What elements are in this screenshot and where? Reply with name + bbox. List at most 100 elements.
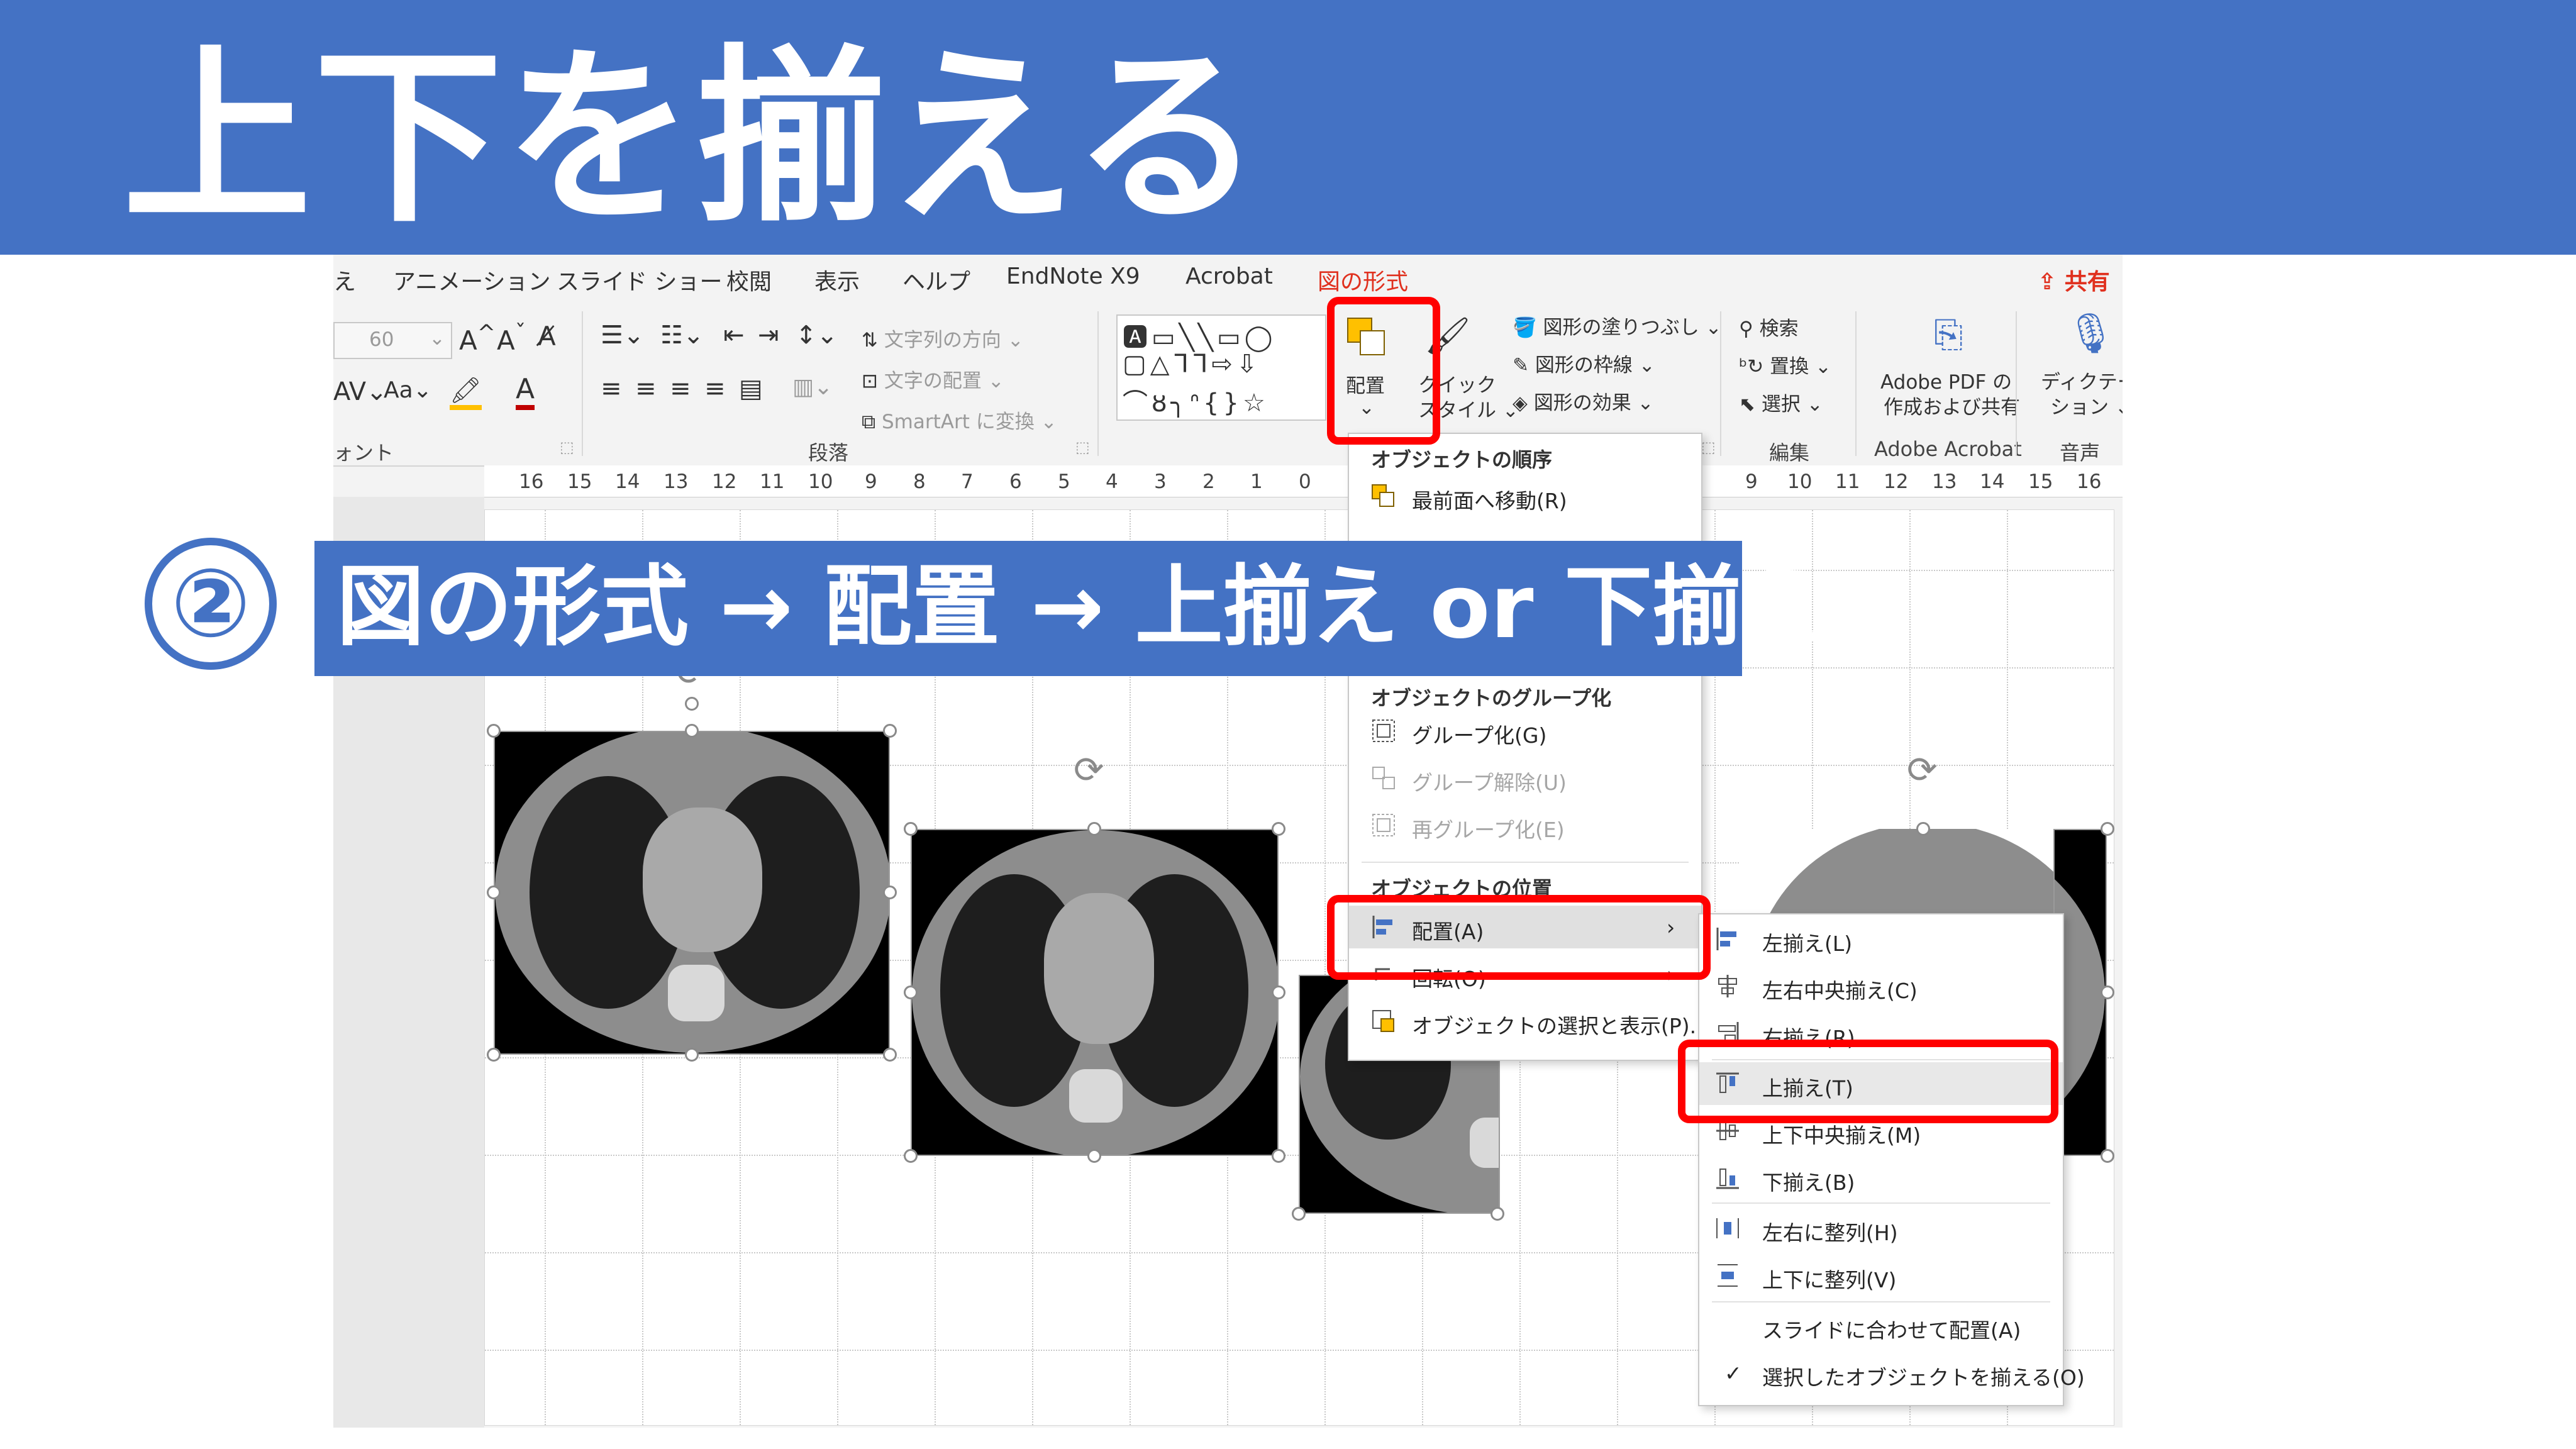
ruler-tick: 7 [961,470,974,493]
tab-slideshow[interactable]: スライド ショー [557,264,722,296]
ct-body [1752,829,2053,917]
ruler-tick: 12 [712,470,737,493]
ruler-tick: 14 [615,470,640,493]
shape-effects-label: 図形の効果 [1533,392,1631,414]
ct-image-1[interactable] [494,731,890,1055]
tab-view[interactable]: 表示 [814,264,860,296]
text-align-icon: ⊡ [862,370,878,392]
replace-label: 置換 [1770,355,1809,378]
ruler-tick: 9 [865,470,877,493]
adobe-pdf-label[interactable]: Adobe PDF の [1880,366,2012,394]
pdf-share-icon[interactable]: ⎘ [1934,313,1963,356]
shape-row-2-icon: ▢△ᒣᒣ⇨⇩ [1123,350,1262,379]
clear-format-icon[interactable]: A̸ [538,321,556,352]
selection-pane-label: オブジェクトの選択と表示(P)... [1412,1014,1710,1038]
align-bottom-item[interactable]: 下揃え(B) [1699,1157,2063,1199]
microphone-icon[interactable]: 🎙 [2066,310,2116,357]
selection-pane-icon [1371,1009,1396,1034]
grow-font-icon[interactable]: A^ [459,321,496,356]
ct-heart [643,808,762,952]
bring-to-front-item[interactable]: 最前面へ移動(R) [1349,475,1701,518]
horizontal-ruler: 16 15 14 13 12 11 10 9 8 7 6 5 4 3 2 1 0… [484,465,2123,497]
ruler-tick: 13 [1932,470,1957,493]
justify-icon[interactable]: ≡ [704,374,726,403]
change-case-icon[interactable]: Aa⌄ [384,377,432,403]
line-spacing-icon[interactable]: ↕⌄ [796,321,838,350]
align-center-label: 左右中央揃え(C) [1762,979,1918,1003]
tab-cut[interactable]: え [333,264,356,296]
search-button[interactable]: ⚲ 検索 [1739,313,1799,341]
group-label: グループ化(G) [1412,723,1547,748]
text-direction-button[interactable]: ⇅ 文字列の方向 ⌄ [862,324,1024,352]
font-size-box[interactable]: 60 ⌄ [333,322,452,359]
distribute-horizontal-label: 左右に整列(H) [1762,1221,1898,1245]
align-selected-item[interactable]: ✓ 選択したオブジェクトを揃える(O) [1699,1352,2085,1394]
select-button[interactable]: ⬉ 選択 ⌄ [1739,388,1823,416]
align-left-icon[interactable]: ≡ [601,374,622,403]
ruler-tick: 10 [1787,470,1813,493]
adobe-group-label: Adobe Acrobat [1874,437,2022,461]
align-center-item[interactable]: 左右中央揃え(C) [1699,965,2063,1008]
shape-effects-button[interactable]: ◈ 図形の効果 ⌄ [1513,387,1654,415]
paint-bucket-icon: 🪣 [1513,316,1537,339]
ruler-tick: 0 [1299,470,1311,493]
ct-spine [1069,1069,1123,1123]
ct-spine [1470,1118,1499,1168]
ct-image-2[interactable] [911,829,1279,1156]
regroup-item[interactable]: 再グループ化(E) [1349,804,1701,847]
regroup-icon [1371,813,1396,838]
group-item[interactable]: グループ化(G) [1349,709,1701,752]
increase-indent-icon[interactable]: ⇥ [758,321,779,350]
tab-animation[interactable]: アニメーション [393,264,551,296]
ct-heart [1044,893,1154,1044]
rotate-icon[interactable]: ⟳ [1074,748,1104,791]
dictation-label[interactable]: ディクテー [2041,366,2123,394]
distribute-horizontal-item[interactable]: 左右に整列(H) [1699,1207,2063,1250]
decrease-indent-icon[interactable]: ⇤ [723,321,745,350]
highlight-arrange-button [1327,297,1440,445]
tab-picture-format[interactable]: 図の形式 [1318,264,1408,296]
align-center-icon[interactable]: ≡ [635,374,657,403]
rotate-icon[interactable]: ⟳ [1907,748,1938,791]
ruler-tick: 4 [1106,470,1118,493]
dictation-label-2[interactable]: ション ⌄ [2050,391,2123,419]
ungroup-label: グループ解除(U) [1412,770,1567,795]
text-shadow-icon[interactable]: AV⌄ [333,377,387,406]
ungroup-item[interactable]: グループ解除(U) [1349,757,1701,799]
numbering-icon[interactable]: ☷⌄ [660,321,704,350]
shrink-font-icon[interactable]: Aˇ [497,321,526,356]
dialog-launcher-icon[interactable]: ⬚ [1701,438,1716,456]
shapes-gallery[interactable]: 🅰▭╲╲▭◯ ▢△ᒣᒣ⇨⇩ ⌒ȣ╮ᐢ{}☆ [1116,314,1326,421]
adobe-pdf-label-2[interactable]: 作成および共有 [1884,391,2020,419]
selection-pane-item[interactable]: オブジェクトの選択と表示(P)... [1349,1000,1709,1043]
distribute-vertical-icon [1715,1263,1740,1288]
align-to-slide-item[interactable]: スライドに合わせて配置(A) [1699,1304,2063,1347]
align-right-icon[interactable]: ≡ [670,374,691,403]
shape-fill-button[interactable]: 🪣 図形の塗りつぶし ⌄ [1513,311,1722,340]
tab-acrobat[interactable]: Acrobat [1185,264,1273,289]
ribbon: 60 ⌄ A^ Aˇ A̸ AV⌄ Aa⌄ 🖍 A ォント ⬚ ☰⌄ ☷⌄ ⇤ … [333,299,2123,467]
font-color-icon[interactable]: A [516,373,535,410]
text-direction-icon: ⇅ [862,329,878,352]
dialog-launcher-icon[interactable]: ⬚ [1075,438,1090,456]
text-align-button[interactable]: ⊡ 文字の配置 ⌄ [862,365,1004,393]
tab-review[interactable]: 校閲 [726,264,772,296]
step-number-badge: ② [145,538,277,670]
bullets-icon[interactable]: ☰⌄ [601,321,644,350]
ruler-tick: 11 [1835,470,1860,493]
replace-button[interactable]: ᵇ↻ 置換 ⌄ [1739,350,1831,379]
dialog-launcher-icon[interactable]: ⬚ [560,438,574,456]
ct-spine [668,965,724,1021]
ruler-tick: 16 [2077,470,2102,493]
highlight-icon[interactable]: 🖍 [450,375,482,410]
columns-icon[interactable]: ▥⌄ [792,374,833,400]
shape-outline-button[interactable]: ✎ 図形の枠線 ⌄ [1513,349,1655,377]
smartart-button[interactable]: ⧉ SmartArt に変換 ⌄ [862,406,1057,434]
tab-endnote[interactable]: EndNote X9 [1006,264,1140,289]
share-button[interactable]: ⇪ 共有 [2038,264,2110,296]
align-left-item[interactable]: 左揃え(L) [1699,918,2063,960]
distribute-vertical-item[interactable]: 上下に整列(V) [1699,1254,2063,1297]
group-icon [1371,718,1396,743]
distributed-icon[interactable]: ▤ [739,374,763,403]
tab-help[interactable]: ヘルプ [902,264,970,296]
